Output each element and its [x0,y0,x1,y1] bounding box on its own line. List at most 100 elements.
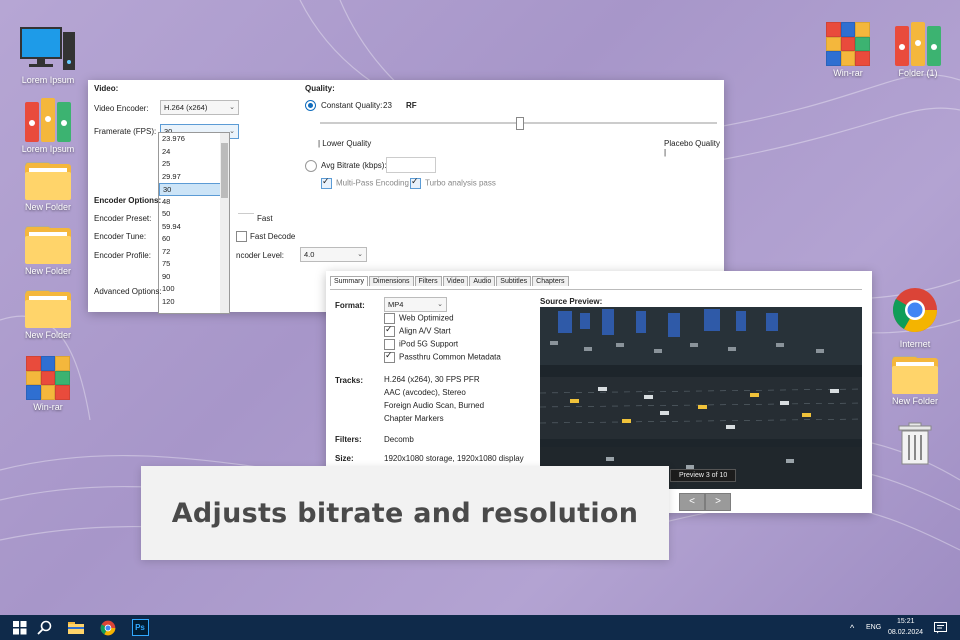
framerate-option[interactable]: 24 [159,146,229,159]
size-value: 1920x1080 storage, 1920x1080 display [384,454,524,463]
multipass-checkbox[interactable]: Multi-Pass Encoding [321,176,409,189]
encoder-level-value: 4.0 [304,250,315,259]
framerate-option[interactable]: 50 [159,208,229,221]
clock-date[interactable]: 08.02.2024 [888,629,923,636]
preset-slider-track[interactable] [238,213,254,214]
filters-value: Decomb [384,435,414,444]
quality-heading: Quality: [305,84,335,93]
desktop-icon-winrar[interactable]: Win-rar [8,356,88,412]
tab-summary[interactable]: Summary [330,276,368,286]
folder-icon [25,226,71,264]
tab-audio[interactable]: Audio [469,276,496,286]
format-option-label: iPod 5G Support [399,339,459,349]
preview-next-button[interactable]: > [705,493,731,511]
turbo-checkbox[interactable]: Turbo analysis pass [410,176,496,189]
encoder-options-heading: Encoder Options: [94,196,162,205]
chrome-icon [892,288,937,332]
tab-filters[interactable]: Filters [414,276,442,286]
avg-bitrate-radio[interactable] [305,160,317,172]
encoder-profile-label: Encoder Profile: [94,251,151,260]
desktop-icon-trash[interactable] [875,422,955,469]
language-indicator[interactable]: ENG [866,624,881,631]
avg-bitrate-label: Avg Bitrate (kbps): [321,161,387,170]
summary-tabs: Summary Dimensions Filters Video Audio Subtit… [330,276,570,286]
tray-chevron-icon[interactable]: ^ [850,623,854,633]
format-value: MP4 [388,300,404,309]
desktop-icon-label: Internet [899,339,931,349]
preset-fast-label: Fast [257,214,273,223]
folder-icon [892,356,938,394]
desktop-icon-binders[interactable]: Folder (1) [878,22,958,78]
format-option-checkbox[interactable]: Web Optimized [384,313,501,326]
caption-banner: Adjusts bitrate and resolution [141,466,669,560]
framerate-option[interactable]: 25 [159,158,229,171]
desktop-icon-chrome[interactable]: Internet [875,286,955,349]
taskbar-photoshop[interactable]: Ps [124,615,156,640]
desktop-icon-folder[interactable]: New Folder [8,162,88,212]
framerate-option[interactable]: 59.94 [159,221,229,234]
chevron-down-icon: ⌄ [229,104,235,111]
constant-quality-label: Constant Quality: [321,101,383,110]
framerate-dropdown[interactable]: 23.976 24 25 29.97 30 48 50 59.94 60 72 75 90 100 120 [158,132,230,314]
tab-subtitles[interactable]: Subtitles [496,276,532,286]
encoder-level-select[interactable]: 4.0 ⌄ [300,247,367,262]
format-option-label: Passthru Common Metadata [399,352,501,362]
quality-slider[interactable] [320,117,717,130]
dropdown-scrollbar[interactable] [220,133,229,313]
file-explorer-icon [68,622,84,634]
format-option-checkbox[interactable]: Passthru Common Metadata [384,350,501,365]
desktop-icon-folder[interactable]: New Folder [8,290,88,340]
notifications-button[interactable] [926,615,954,640]
framerate-option[interactable]: 100 [159,283,229,296]
filters-label: Filters: [335,435,362,444]
turbo-label: Turbo analysis pass [425,178,496,188]
windows-logo-icon [13,620,27,634]
tab-chapters[interactable]: Chapters [532,276,569,286]
taskbar-explorer[interactable] [60,615,92,640]
video-encoder-select[interactable]: H.264 (x264) ⌄ [160,100,239,115]
preview-prev-button[interactable]: < [679,493,705,511]
unchecked-box-icon [384,313,395,324]
clock-time[interactable]: 15:21 [897,618,915,625]
avg-bitrate-input[interactable] [386,157,436,173]
preview-badge: Preview 3 of 10 [670,469,737,482]
constant-quality-radio[interactable] [305,100,316,111]
desktop-icon-folder[interactable]: New Folder [875,356,955,406]
search-button[interactable] [28,615,60,640]
desktop-icon-label: Win-rar [833,68,863,78]
tab-dimensions[interactable]: Dimensions [368,276,414,286]
fast-decode-checkbox[interactable] [236,231,251,242]
framerate-option[interactable]: 23.976 [159,133,229,146]
computer-icon [20,27,75,70]
framerate-option[interactable]: 75 [159,258,229,271]
photoshop-icon: Ps [131,619,149,636]
desktop-icon-binders[interactable]: Lorem Ipsum [8,98,88,154]
city-aerial-image [540,307,862,489]
framerate-option[interactable]: 120 [159,296,229,309]
winrar-icon [826,22,870,66]
framerate-option[interactable]: 72 [159,246,229,259]
framerate-option[interactable]: 29.97 [159,171,229,184]
format-option-label: Web Optimized [399,313,454,323]
framerate-option[interactable]: 60 [159,233,229,246]
taskbar-chrome[interactable] [92,615,124,640]
tab-video[interactable]: Video [442,276,469,286]
chevron-down-icon: ⌄ [357,251,363,258]
chrome-icon [100,620,116,635]
quality-slider-thumb[interactable] [515,117,524,130]
track-item: Foreign Audio Scan, Burned [384,401,485,410]
format-option-checkbox[interactable]: Align A/V Start [384,324,501,339]
format-select[interactable]: MP4 ⌄ [384,297,447,312]
format-option-checkbox[interactable]: iPod 5G Support [384,339,501,352]
desktop-icon-computer[interactable]: Lorem Ipsum [8,26,88,85]
desktop-icon-winrar[interactable]: Win-rar [808,22,888,78]
framerate-option[interactable]: 30 [159,183,229,196]
placebo-quality-label: Placebo Quality | [664,139,721,157]
binders-icon [895,22,941,66]
framerate-option[interactable]: 48 [159,196,229,209]
desktop-icon-folder[interactable]: New Folder [8,226,88,276]
framerate-option[interactable]: 90 [159,271,229,284]
taskbar: Ps ^ ENG 15:21 08.02.2024 [0,615,960,640]
framerate-label: Framerate (FPS): [94,127,157,136]
winrar-icon [26,356,70,400]
